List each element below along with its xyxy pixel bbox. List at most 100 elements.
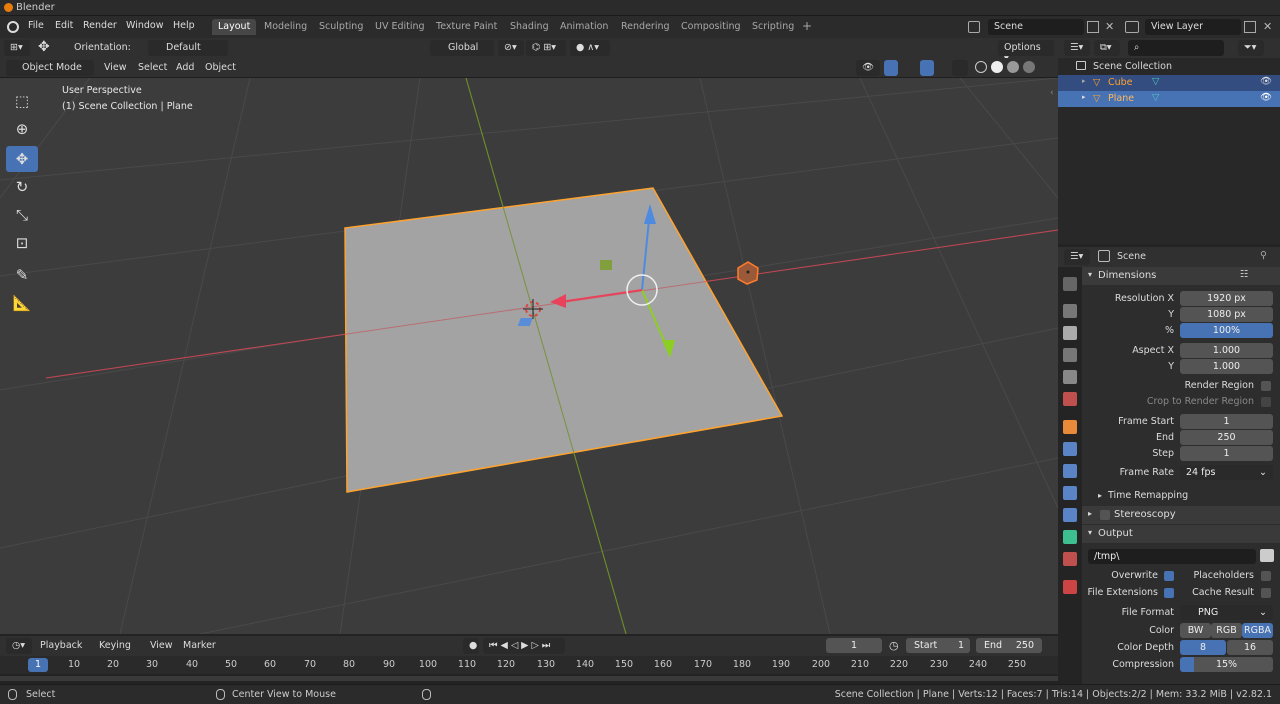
cursor-tool-icon[interactable]: ⊕ xyxy=(6,116,38,142)
menu-file[interactable]: File xyxy=(28,20,44,31)
render-region-checkbox[interactable] xyxy=(1261,381,1271,391)
blender-menu-icon[interactable] xyxy=(7,21,19,33)
playback-controls[interactable]: ⏮◀◁▶▷⏭ xyxy=(483,638,565,654)
mesh-data-icon[interactable]: ▽ xyxy=(1152,92,1159,103)
record-icon[interactable]: ● xyxy=(463,638,479,654)
eye-icon[interactable]: 👁 xyxy=(1260,92,1272,103)
menu-object[interactable]: Object xyxy=(205,62,236,73)
delete-scene-icon[interactable]: ✕ xyxy=(1105,20,1114,33)
color-depth-16-option[interactable]: 16 xyxy=(1227,640,1273,655)
menu-select[interactable]: Select xyxy=(138,62,167,73)
frame-rate-dropdown[interactable]: 24 fps ⌄ xyxy=(1180,465,1273,480)
output-tab-icon[interactable] xyxy=(1063,326,1077,340)
solid-shading-icon[interactable] xyxy=(991,61,1003,73)
compression-slider[interactable]: 15% xyxy=(1180,657,1273,672)
view-layer-icon[interactable] xyxy=(1125,21,1139,33)
transform-orientation-dropdown[interactable]: Global xyxy=(430,40,494,56)
annotate-tool-icon[interactable]: ✎ xyxy=(6,262,38,288)
tab-animation[interactable]: Animation xyxy=(554,19,614,35)
menu-edit[interactable]: Edit xyxy=(55,20,73,31)
render-tab-icon[interactable] xyxy=(1063,304,1077,318)
timeline-end-field[interactable]: End 250 xyxy=(976,638,1042,653)
gizmo-xz-plane[interactable] xyxy=(600,260,612,270)
presets-icon[interactable]: ☷ xyxy=(1240,269,1249,280)
timeline-start-field[interactable]: Start 1 xyxy=(906,638,970,653)
scale-tool-icon[interactable]: ⤡ xyxy=(6,202,38,228)
resolution-pct-slider[interactable]: 100% xyxy=(1180,323,1273,338)
delete-view-layer-icon[interactable]: ✕ xyxy=(1263,20,1272,33)
physics-tab-icon[interactable] xyxy=(1063,486,1077,500)
stereoscopy-checkbox[interactable] xyxy=(1100,510,1110,520)
visibility-icon[interactable]: 👁 xyxy=(856,60,880,76)
gizmo-icon[interactable] xyxy=(884,60,898,76)
world-tab-icon[interactable] xyxy=(1063,392,1077,406)
cube-object[interactable] xyxy=(737,261,759,285)
tab-rendering[interactable]: Rendering xyxy=(615,19,676,35)
expand-arrow-icon[interactable]: ▸ xyxy=(1098,491,1102,500)
outliner-search-input[interactable]: ⌕ xyxy=(1128,40,1224,56)
new-scene-icon[interactable] xyxy=(1087,21,1099,33)
material-shading-icon[interactable] xyxy=(1007,61,1019,73)
crop-region-checkbox[interactable] xyxy=(1261,397,1271,407)
tab-texture-paint[interactable]: Texture Paint xyxy=(430,19,503,35)
mesh-data-tab-icon[interactable] xyxy=(1063,530,1077,544)
placeholders-checkbox[interactable] xyxy=(1261,571,1271,581)
tab-uv-editing[interactable]: UV Editing xyxy=(369,19,431,35)
select-box-tool-icon[interactable]: ⬚ xyxy=(6,88,38,114)
frame-step-field[interactable]: 1 xyxy=(1180,446,1273,461)
rendered-shading-icon[interactable] xyxy=(1023,61,1035,73)
object-tab-icon[interactable] xyxy=(1063,420,1077,434)
timeline-editor-type-icon[interactable]: ◷▾ xyxy=(6,638,32,654)
overwrite-checkbox[interactable] xyxy=(1164,571,1174,581)
file-extensions-checkbox[interactable] xyxy=(1164,588,1174,598)
menu-marker[interactable]: Marker xyxy=(183,640,216,651)
menu-keying[interactable]: Keying xyxy=(99,640,131,651)
move-tool-button-icon[interactable]: ✥ xyxy=(6,146,38,172)
output-panel-header[interactable]: ▾ Output xyxy=(1082,525,1280,543)
resolution-y-field[interactable]: 1080 px xyxy=(1180,307,1273,322)
file-format-dropdown[interactable]: PNG ⌄ xyxy=(1180,605,1273,620)
display-mode-icon[interactable]: ⧉▾ xyxy=(1094,40,1120,56)
resolution-x-field[interactable]: 1920 px xyxy=(1180,291,1273,306)
timeline-scrollbar[interactable] xyxy=(0,676,1058,681)
outliner-editor-type-icon[interactable]: ☰▾ xyxy=(1064,40,1090,56)
current-frame-field[interactable]: 1 xyxy=(826,638,882,653)
tab-modeling[interactable]: Modeling xyxy=(258,19,313,35)
aspect-x-field[interactable]: 1.000 xyxy=(1180,343,1273,358)
stereoscopy-panel-header[interactable]: ▸ Stereoscopy xyxy=(1082,506,1280,524)
output-path-field[interactable]: /tmp\ xyxy=(1088,549,1256,564)
clock-icon[interactable]: ◷ xyxy=(889,639,899,652)
scene-icon[interactable] xyxy=(968,21,980,33)
pin-icon[interactable]: ⚲ xyxy=(1260,250,1267,261)
expand-arrow-icon[interactable]: ▸ xyxy=(1082,77,1086,85)
scene-name-field[interactable]: Scene xyxy=(988,19,1084,35)
menu-help[interactable]: Help xyxy=(173,20,195,31)
modifier-tab-icon[interactable] xyxy=(1063,442,1077,456)
constraints-tab-icon[interactable] xyxy=(1063,508,1077,522)
tab-compositing[interactable]: Compositing xyxy=(675,19,747,35)
editor-type-icon[interactable]: ⊞▾ xyxy=(4,40,30,56)
eye-icon[interactable]: 👁 xyxy=(1260,76,1272,87)
dimensions-panel-header[interactable]: ▾ Dimensions ☷ xyxy=(1082,267,1280,285)
color-rgb-option[interactable]: RGB xyxy=(1211,623,1242,638)
pivot-point-icon[interactable]: ⊘▾ xyxy=(498,40,524,56)
expand-arrow-icon[interactable]: ▸ xyxy=(1082,93,1086,101)
menu-add[interactable]: Add xyxy=(176,62,194,73)
color-bw-option[interactable]: BW xyxy=(1180,623,1211,638)
menu-view[interactable]: View xyxy=(104,62,127,73)
tab-layout[interactable]: Layout xyxy=(212,19,257,35)
mesh-data-icon[interactable]: ▽ xyxy=(1152,76,1159,87)
material-tab-icon[interactable] xyxy=(1063,552,1077,566)
particles-tab-icon[interactable] xyxy=(1063,464,1077,478)
menu-timeline-view[interactable]: View xyxy=(150,640,173,651)
folder-icon[interactable] xyxy=(1260,549,1274,562)
proportional-edit-icon[interactable]: ● ∧▾ xyxy=(570,40,610,56)
timeline-body[interactable] xyxy=(0,674,1058,684)
mode-dropdown[interactable]: Object Mode xyxy=(6,60,94,76)
frame-end-field[interactable]: 250 xyxy=(1180,430,1273,445)
outliner-root-row[interactable]: Scene Collection xyxy=(1058,59,1280,75)
aspect-y-field[interactable]: 1.000 xyxy=(1180,359,1273,374)
color-depth-8-option[interactable]: 8 xyxy=(1180,640,1226,655)
view-layer-tab-icon[interactable] xyxy=(1063,348,1077,362)
menu-playback[interactable]: Playback xyxy=(40,640,82,651)
